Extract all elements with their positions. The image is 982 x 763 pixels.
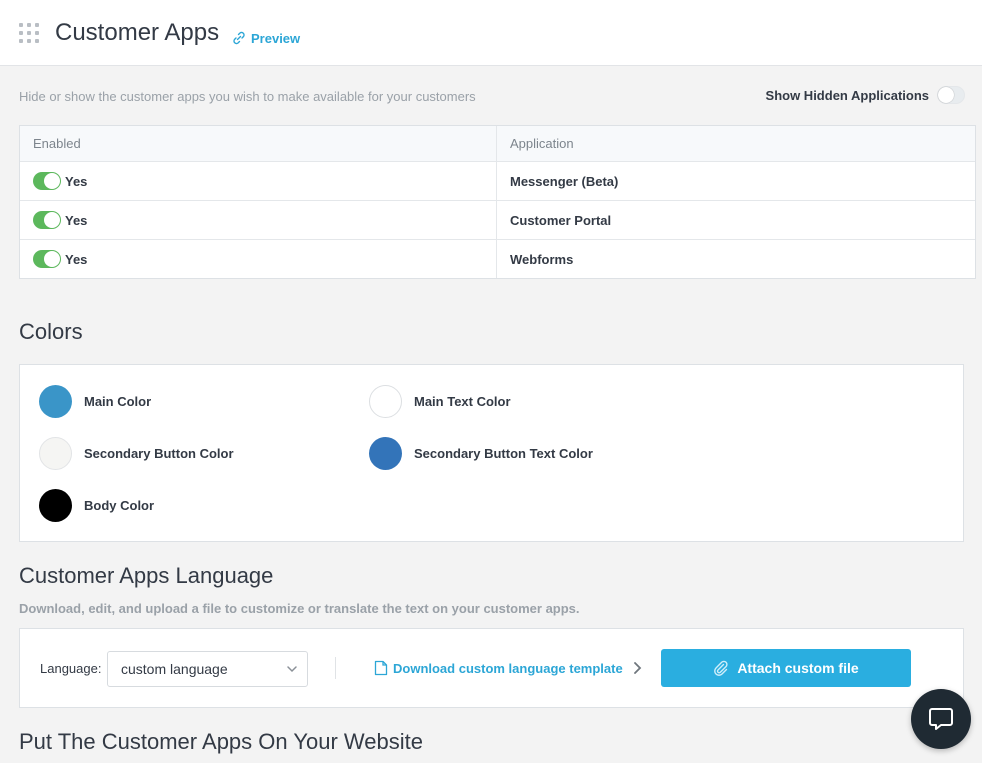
enabled-cell: Yes <box>20 201 497 239</box>
show-hidden-applications: Show Hidden Applications <box>766 86 965 104</box>
divider <box>335 657 336 679</box>
table-row: Yes Customer Portal <box>20 200 975 239</box>
attach-custom-file-label: Attach custom file <box>737 660 859 676</box>
app-grid-icon[interactable] <box>19 23 39 43</box>
page-title: Customer Apps <box>55 19 220 46</box>
enabled-value: Yes <box>65 173 88 189</box>
download-template-link[interactable]: Download custom language template <box>374 660 623 676</box>
column-header-application: Application <box>510 136 574 151</box>
color-item-main[interactable]: Main Color <box>39 385 151 418</box>
show-hidden-label: Show Hidden Applications <box>765 87 929 103</box>
column-header-enabled: Enabled <box>20 126 497 161</box>
link-icon <box>233 31 245 45</box>
table-header-row: Enabled Application <box>20 126 975 161</box>
color-swatch[interactable] <box>39 385 72 418</box>
download-template-label: Download custom language template <box>393 660 623 676</box>
preview-link[interactable]: Preview <box>231 30 300 46</box>
enabled-toggle[interactable] <box>33 250 61 268</box>
enabled-cell: Yes <box>20 240 497 278</box>
colors-panel: Main Color Main Text Color Secondary But… <box>19 364 964 542</box>
chat-launcher-button[interactable] <box>911 689 971 749</box>
chat-icon <box>929 708 953 730</box>
apps-table: Enabled Application Yes Messenger (Beta)… <box>19 125 976 279</box>
application-name: Messenger (Beta) <box>510 173 619 189</box>
application-name: Customer Portal <box>510 212 612 228</box>
chevron-down-icon <box>287 666 297 673</box>
show-hidden-toggle[interactable] <box>937 86 965 104</box>
toggle-knob <box>44 212 60 228</box>
toggle-knob <box>44 251 60 267</box>
chevron-right-icon <box>634 662 642 674</box>
color-label: Main Text Color <box>414 394 511 409</box>
table-row: Yes Webforms <box>20 239 975 278</box>
language-panel: Language: custom language Download custo… <box>19 628 964 708</box>
color-swatch[interactable] <box>369 385 402 418</box>
language-description: Download, edit, and upload a file to cus… <box>19 601 580 616</box>
website-title: Put The Customer Apps On Your Website <box>19 729 423 754</box>
enabled-toggle[interactable] <box>33 211 61 229</box>
preview-label: Preview <box>251 30 301 46</box>
color-label: Secondary Button Text Color <box>414 446 593 461</box>
enabled-value: Yes <box>65 251 88 267</box>
enabled-cell: Yes <box>20 162 497 200</box>
toggle-knob <box>938 87 954 103</box>
apps-description: Hide or show the customer apps you wish … <box>19 89 476 104</box>
color-item-main-text[interactable]: Main Text Color <box>369 385 511 418</box>
color-item-body[interactable]: Body Color <box>39 489 154 522</box>
page-header: Customer Apps Preview <box>0 0 982 66</box>
language-title: Customer Apps Language <box>19 563 274 588</box>
color-label: Main Color <box>84 394 152 409</box>
color-item-secondary-button-text[interactable]: Secondary Button Text Color <box>369 437 593 470</box>
file-icon <box>374 660 388 676</box>
enabled-value: Yes <box>65 212 88 228</box>
language-label: Language: <box>40 661 102 676</box>
application-name: Webforms <box>510 251 574 267</box>
enabled-toggle[interactable] <box>33 172 61 190</box>
color-swatch[interactable] <box>39 489 72 522</box>
color-label: Body Color <box>84 498 155 513</box>
color-label: Secondary Button Color <box>84 446 234 461</box>
paperclip-icon <box>714 660 728 676</box>
color-swatch[interactable] <box>39 437 72 470</box>
attach-custom-file-button[interactable]: Attach custom file <box>661 649 911 687</box>
toggle-knob <box>44 173 60 189</box>
color-swatch[interactable] <box>369 437 402 470</box>
language-selected-value: custom language <box>121 661 228 677</box>
language-select[interactable]: custom language <box>107 651 308 687</box>
colors-title: Colors <box>19 319 83 344</box>
color-item-secondary-button[interactable]: Secondary Button Color <box>39 437 234 470</box>
table-row: Yes Messenger (Beta) <box>20 161 975 200</box>
